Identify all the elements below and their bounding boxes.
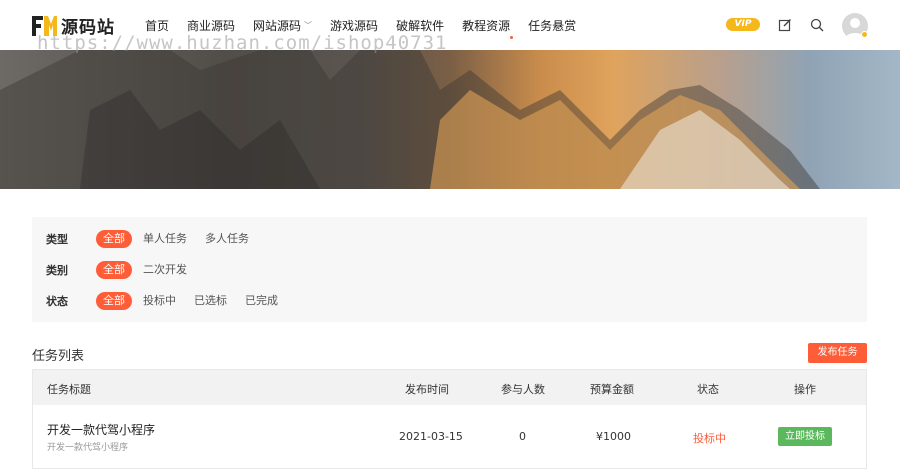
watermark-text: https://www.huzhan.com/ishop40731 — [37, 32, 448, 54]
filter-type-all[interactable]: 全部 — [96, 230, 132, 248]
filter-panel: 类型 全部 单人任务 多人任务 类别 全部 二次开发 状态 全部 投标中 已选标… — [32, 217, 867, 322]
task-subtitle: 开发一款代驾小程序 — [47, 443, 129, 453]
chevron-down-icon: ﹀ — [304, 21, 313, 30]
col-date: 发布时间 — [405, 383, 449, 396]
filter-type-row: 类型 全部 单人任务 多人任务 — [46, 230, 260, 248]
filter-type-label: 类型 — [46, 233, 68, 246]
col-budget: 预算金额 — [590, 383, 634, 396]
filter-status-bidding[interactable]: 投标中 — [136, 292, 183, 310]
vip-status-dot — [861, 31, 868, 38]
edit-icon[interactable] — [778, 18, 792, 32]
task-participants: 0 — [519, 430, 526, 443]
nav-label: 教程资源 — [462, 19, 511, 33]
filter-status-row: 状态 全部 投标中 已选标 已完成 — [46, 292, 289, 310]
filter-status-selected[interactable]: 已选标 — [187, 292, 234, 310]
hero-banner — [0, 50, 900, 189]
filter-status-completed[interactable]: 已完成 — [238, 292, 285, 310]
nav-tutorials[interactable]: 教程资源 — [462, 17, 510, 34]
publish-task-button[interactable]: 发布任务 — [808, 343, 867, 363]
nav-task-bounty[interactable]: 任务悬赏 — [528, 17, 576, 34]
mountain-image — [0, 50, 820, 189]
filter-status-all[interactable]: 全部 — [96, 292, 132, 310]
task-budget: ¥1000 — [596, 430, 631, 443]
active-nav-indicator — [510, 36, 513, 39]
filter-category-label: 类别 — [46, 264, 68, 277]
vip-button[interactable]: VIP — [726, 18, 760, 31]
filter-type-single[interactable]: 单人任务 — [136, 230, 194, 248]
nav-label: 任务悬赏 — [528, 19, 577, 33]
filter-category-all[interactable]: 全部 — [96, 261, 132, 279]
filter-category-row: 类别 全部 二次开发 — [46, 261, 198, 279]
filter-status-label: 状态 — [46, 295, 68, 308]
task-table: 任务标题 发布时间 参与人数 预算金额 状态 操作 开发一款代驾小程序 开发一款… — [32, 369, 867, 469]
status-badge: 投标中 — [693, 432, 726, 445]
task-date: 2021-03-15 — [399, 430, 463, 443]
search-icon[interactable] — [810, 18, 824, 32]
task-list-title: 任务列表 — [32, 349, 85, 364]
task-title-link[interactable]: 开发一款代驾小程序 — [47, 421, 155, 438]
table-row: 开发一款代驾小程序 开发一款代驾小程序 2021-03-15 0 ¥1000 投… — [33, 405, 866, 468]
col-status: 状态 — [697, 383, 719, 396]
col-title: 任务标题 — [47, 383, 91, 396]
filter-category-secondary-dev[interactable]: 二次开发 — [136, 261, 194, 279]
col-participants: 参与人数 — [501, 383, 545, 396]
filter-type-multi[interactable]: 多人任务 — [198, 230, 256, 248]
col-action: 操作 — [794, 383, 816, 396]
table-header: 任务标题 发布时间 参与人数 预算金额 状态 操作 — [33, 370, 866, 405]
bid-now-button[interactable]: 立即投标 — [778, 427, 832, 446]
